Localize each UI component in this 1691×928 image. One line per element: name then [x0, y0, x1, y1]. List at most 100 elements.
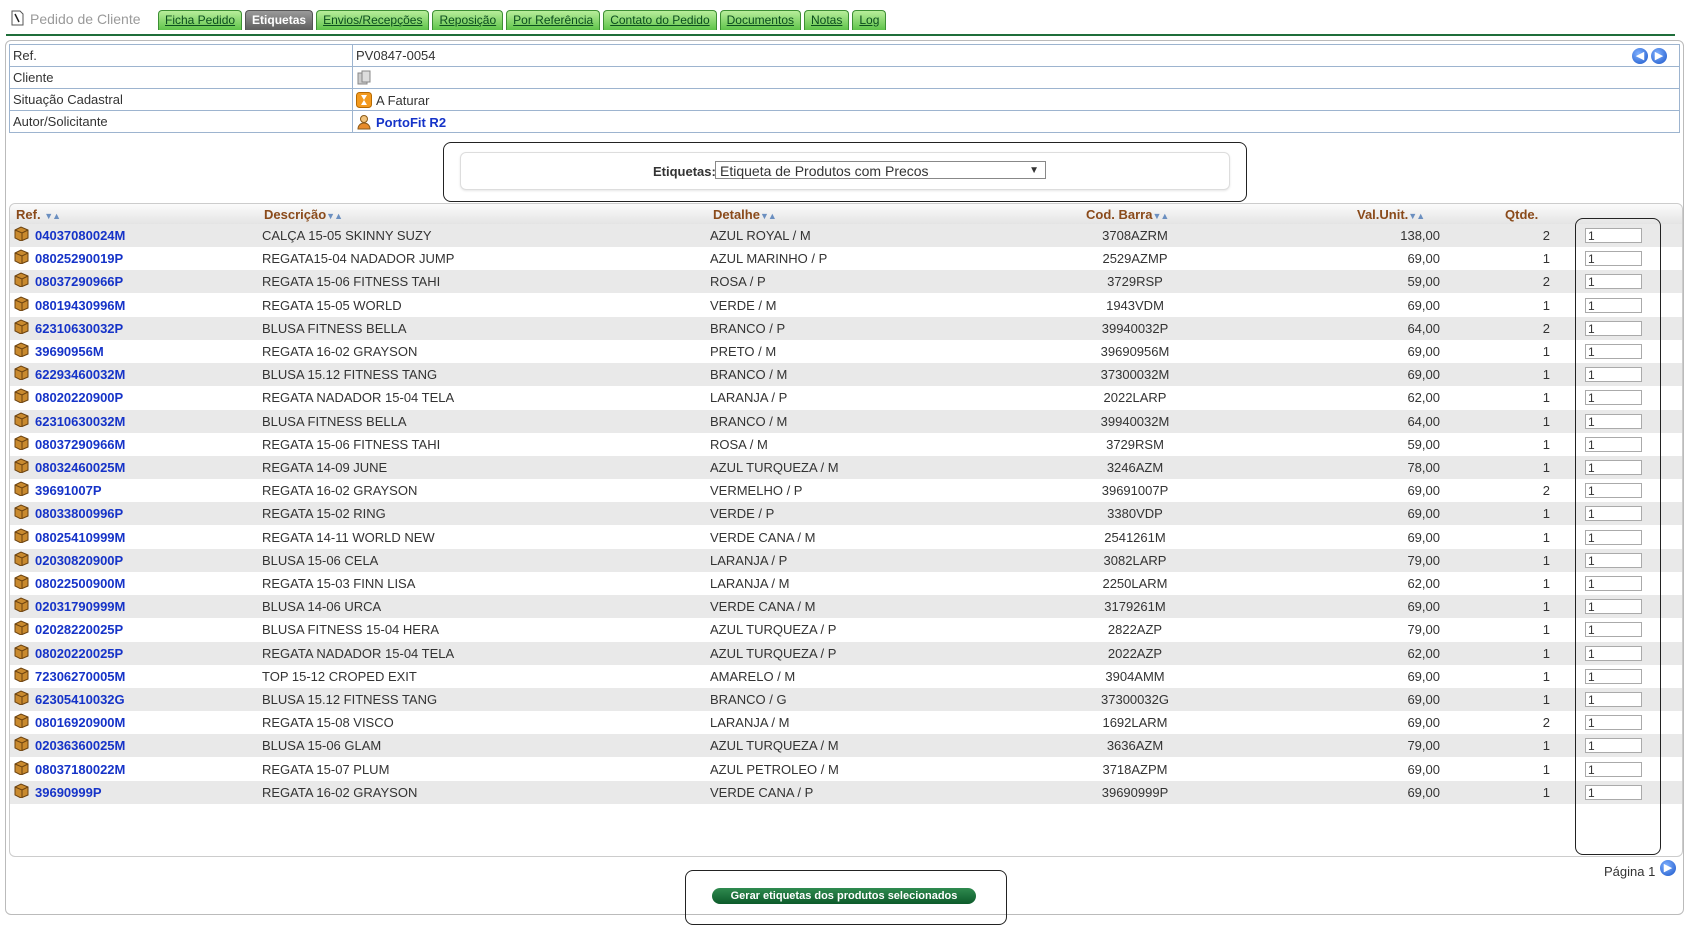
- label-quantity-input[interactable]: 1: [1585, 738, 1642, 754]
- product-ref[interactable]: 08033800996P: [35, 506, 123, 521]
- etiquetas-select[interactable]: Etiqueta de Produtos com Precos ▼: [715, 161, 1046, 179]
- product-ref[interactable]: 72306270005M: [35, 669, 125, 684]
- product-ref-link[interactable]: 08037290966M: [14, 433, 125, 456]
- product-ref-link[interactable]: 08022500900M: [14, 572, 125, 595]
- product-ref[interactable]: 62310630032P: [35, 321, 123, 336]
- label-quantity-input[interactable]: 1: [1585, 297, 1642, 313]
- product-ref-link[interactable]: 08025290019P: [14, 247, 123, 270]
- product-ref[interactable]: 08016920900M: [35, 715, 125, 730]
- header-detalhe[interactable]: Detalhe▼▲: [713, 207, 777, 222]
- label-quantity-input[interactable]: 1: [1585, 436, 1642, 452]
- product-ref[interactable]: 39691007P: [35, 483, 102, 498]
- product-ref-link[interactable]: 39690999P: [14, 781, 102, 804]
- generate-labels-button[interactable]: Gerar etiquetas dos produtos selecionado…: [712, 888, 976, 904]
- product-ref[interactable]: 62305410032G: [35, 692, 125, 707]
- product-ref-link[interactable]: 08016920900M: [14, 711, 125, 734]
- tab-log[interactable]: Log: [852, 10, 887, 30]
- product-ref-link[interactable]: 02028220025P: [14, 618, 123, 641]
- product-ref[interactable]: 02030820900P: [35, 553, 123, 568]
- autor-link[interactable]: PortoFit R2: [376, 115, 446, 130]
- product-ref-link[interactable]: 62305410032G: [14, 688, 125, 711]
- product-ref[interactable]: 62293460032M: [35, 367, 125, 382]
- label-quantity-input[interactable]: 1: [1585, 320, 1642, 336]
- label-quantity-input[interactable]: 1: [1585, 599, 1642, 615]
- product-ref[interactable]: 08025290019P: [35, 251, 123, 266]
- product-ref-link[interactable]: 62310630032M: [14, 410, 125, 433]
- label-quantity-input[interactable]: 1: [1585, 529, 1642, 545]
- previous-record-icon[interactable]: ◀: [1632, 48, 1648, 64]
- product-ref[interactable]: 08037180022M: [35, 762, 125, 777]
- sort-icon[interactable]: ▼▲: [1408, 211, 1425, 221]
- header-val-unit[interactable]: Val.Unit.▼▲: [1357, 207, 1425, 222]
- product-ref[interactable]: 08020220025P: [35, 646, 123, 661]
- product-ref[interactable]: 39690999P: [35, 785, 102, 800]
- product-ref[interactable]: 08020220900P: [35, 390, 123, 405]
- tab-notas[interactable]: Notas: [804, 10, 850, 30]
- product-ref[interactable]: 02028220025P: [35, 622, 123, 637]
- next-record-icon[interactable]: ▶: [1651, 48, 1667, 64]
- product-ref-link[interactable]: 08032460025M: [14, 456, 125, 479]
- sort-icon[interactable]: ▼▲: [760, 211, 777, 221]
- next-page-icon[interactable]: ▶: [1660, 860, 1676, 876]
- label-quantity-input[interactable]: 1: [1585, 668, 1642, 684]
- product-ref-link[interactable]: 62310630032P: [14, 317, 123, 340]
- label-quantity-input[interactable]: 1: [1585, 692, 1642, 707]
- label-quantity-input[interactable]: 1: [1585, 483, 1642, 499]
- product-ref-link[interactable]: 04037080024M: [14, 224, 125, 247]
- label-quantity-input[interactable]: 1: [1585, 460, 1642, 475]
- product-ref[interactable]: 08022500900M: [35, 576, 125, 591]
- product-ref-link[interactable]: 02036360025M: [14, 734, 125, 757]
- tab-por-refer-ncia[interactable]: Por Referência: [506, 10, 601, 30]
- product-ref-link[interactable]: 08037180022M: [14, 758, 125, 781]
- product-ref-link[interactable]: 62293460032M: [14, 363, 125, 386]
- product-ref[interactable]: 08019430996M: [35, 298, 125, 313]
- header-cod-barra[interactable]: Cod. Barra▼▲: [1086, 207, 1169, 222]
- product-ref-link[interactable]: 08020220900P: [14, 386, 123, 409]
- label-quantity-input[interactable]: 1: [1585, 552, 1642, 568]
- product-ref[interactable]: 08032460025M: [35, 460, 125, 475]
- header-ref[interactable]: Ref. ▼▲: [16, 207, 61, 222]
- label-quantity-input[interactable]: 1: [1585, 228, 1642, 243]
- label-quantity-input[interactable]: 1: [1585, 251, 1642, 267]
- tab-contato-do-pedido[interactable]: Contato do Pedido: [603, 10, 717, 30]
- product-ref[interactable]: 39690956M: [35, 344, 104, 359]
- tab-envios-recep-es[interactable]: Envios/Recepções: [316, 10, 430, 30]
- tab-documentos[interactable]: Documentos: [719, 10, 801, 30]
- product-ref-link[interactable]: 02030820900P: [14, 549, 123, 572]
- product-ref[interactable]: 02036360025M: [35, 738, 125, 753]
- product-ref[interactable]: 02031790999M: [35, 599, 125, 614]
- product-ref-link[interactable]: 08020220025P: [14, 642, 123, 665]
- label-quantity-input[interactable]: 1: [1585, 413, 1642, 429]
- sort-icon[interactable]: ▼▲: [326, 211, 343, 221]
- label-quantity-input[interactable]: 1: [1585, 274, 1642, 290]
- sort-icon[interactable]: ▼▲: [1152, 211, 1169, 221]
- product-ref-link[interactable]: 08019430996M: [14, 294, 125, 317]
- product-ref-link[interactable]: 08033800996P: [14, 502, 123, 525]
- label-quantity-input[interactable]: 1: [1585, 344, 1642, 359]
- product-ref[interactable]: 08037290966M: [35, 437, 125, 452]
- product-ref[interactable]: 08025410999M: [35, 530, 125, 545]
- product-ref-link[interactable]: 39691007P: [14, 479, 102, 502]
- header-descricao[interactable]: Descrição▼▲: [264, 207, 343, 222]
- tab-reposi-o[interactable]: Reposição: [432, 10, 504, 30]
- tab-etiquetas[interactable]: Etiquetas: [245, 10, 314, 30]
- product-ref[interactable]: 62310630032M: [35, 414, 125, 429]
- label-quantity-input[interactable]: 1: [1585, 715, 1642, 731]
- label-quantity-input[interactable]: 1: [1585, 622, 1642, 638]
- label-quantity-input[interactable]: 1: [1585, 367, 1642, 383]
- client-icon[interactable]: [356, 70, 372, 86]
- label-quantity-input[interactable]: 1: [1585, 390, 1642, 406]
- label-quantity-input[interactable]: 1: [1585, 784, 1642, 800]
- product-ref[interactable]: 04037080024M: [35, 228, 125, 243]
- product-ref-link[interactable]: 02031790999M: [14, 595, 125, 618]
- tab-ficha-pedido[interactable]: Ficha Pedido: [158, 10, 243, 30]
- label-quantity-input[interactable]: 1: [1585, 645, 1642, 661]
- product-ref-link[interactable]: 08037290966P: [14, 270, 123, 293]
- sort-icon[interactable]: ▼▲: [44, 211, 61, 221]
- product-ref-link[interactable]: 72306270005M: [14, 665, 125, 688]
- product-ref-link[interactable]: 08025410999M: [14, 526, 125, 549]
- label-quantity-input[interactable]: 1: [1585, 576, 1642, 591]
- product-ref[interactable]: 08037290966P: [35, 274, 123, 289]
- label-quantity-input[interactable]: 1: [1585, 761, 1642, 777]
- label-quantity-input[interactable]: 1: [1585, 506, 1642, 522]
